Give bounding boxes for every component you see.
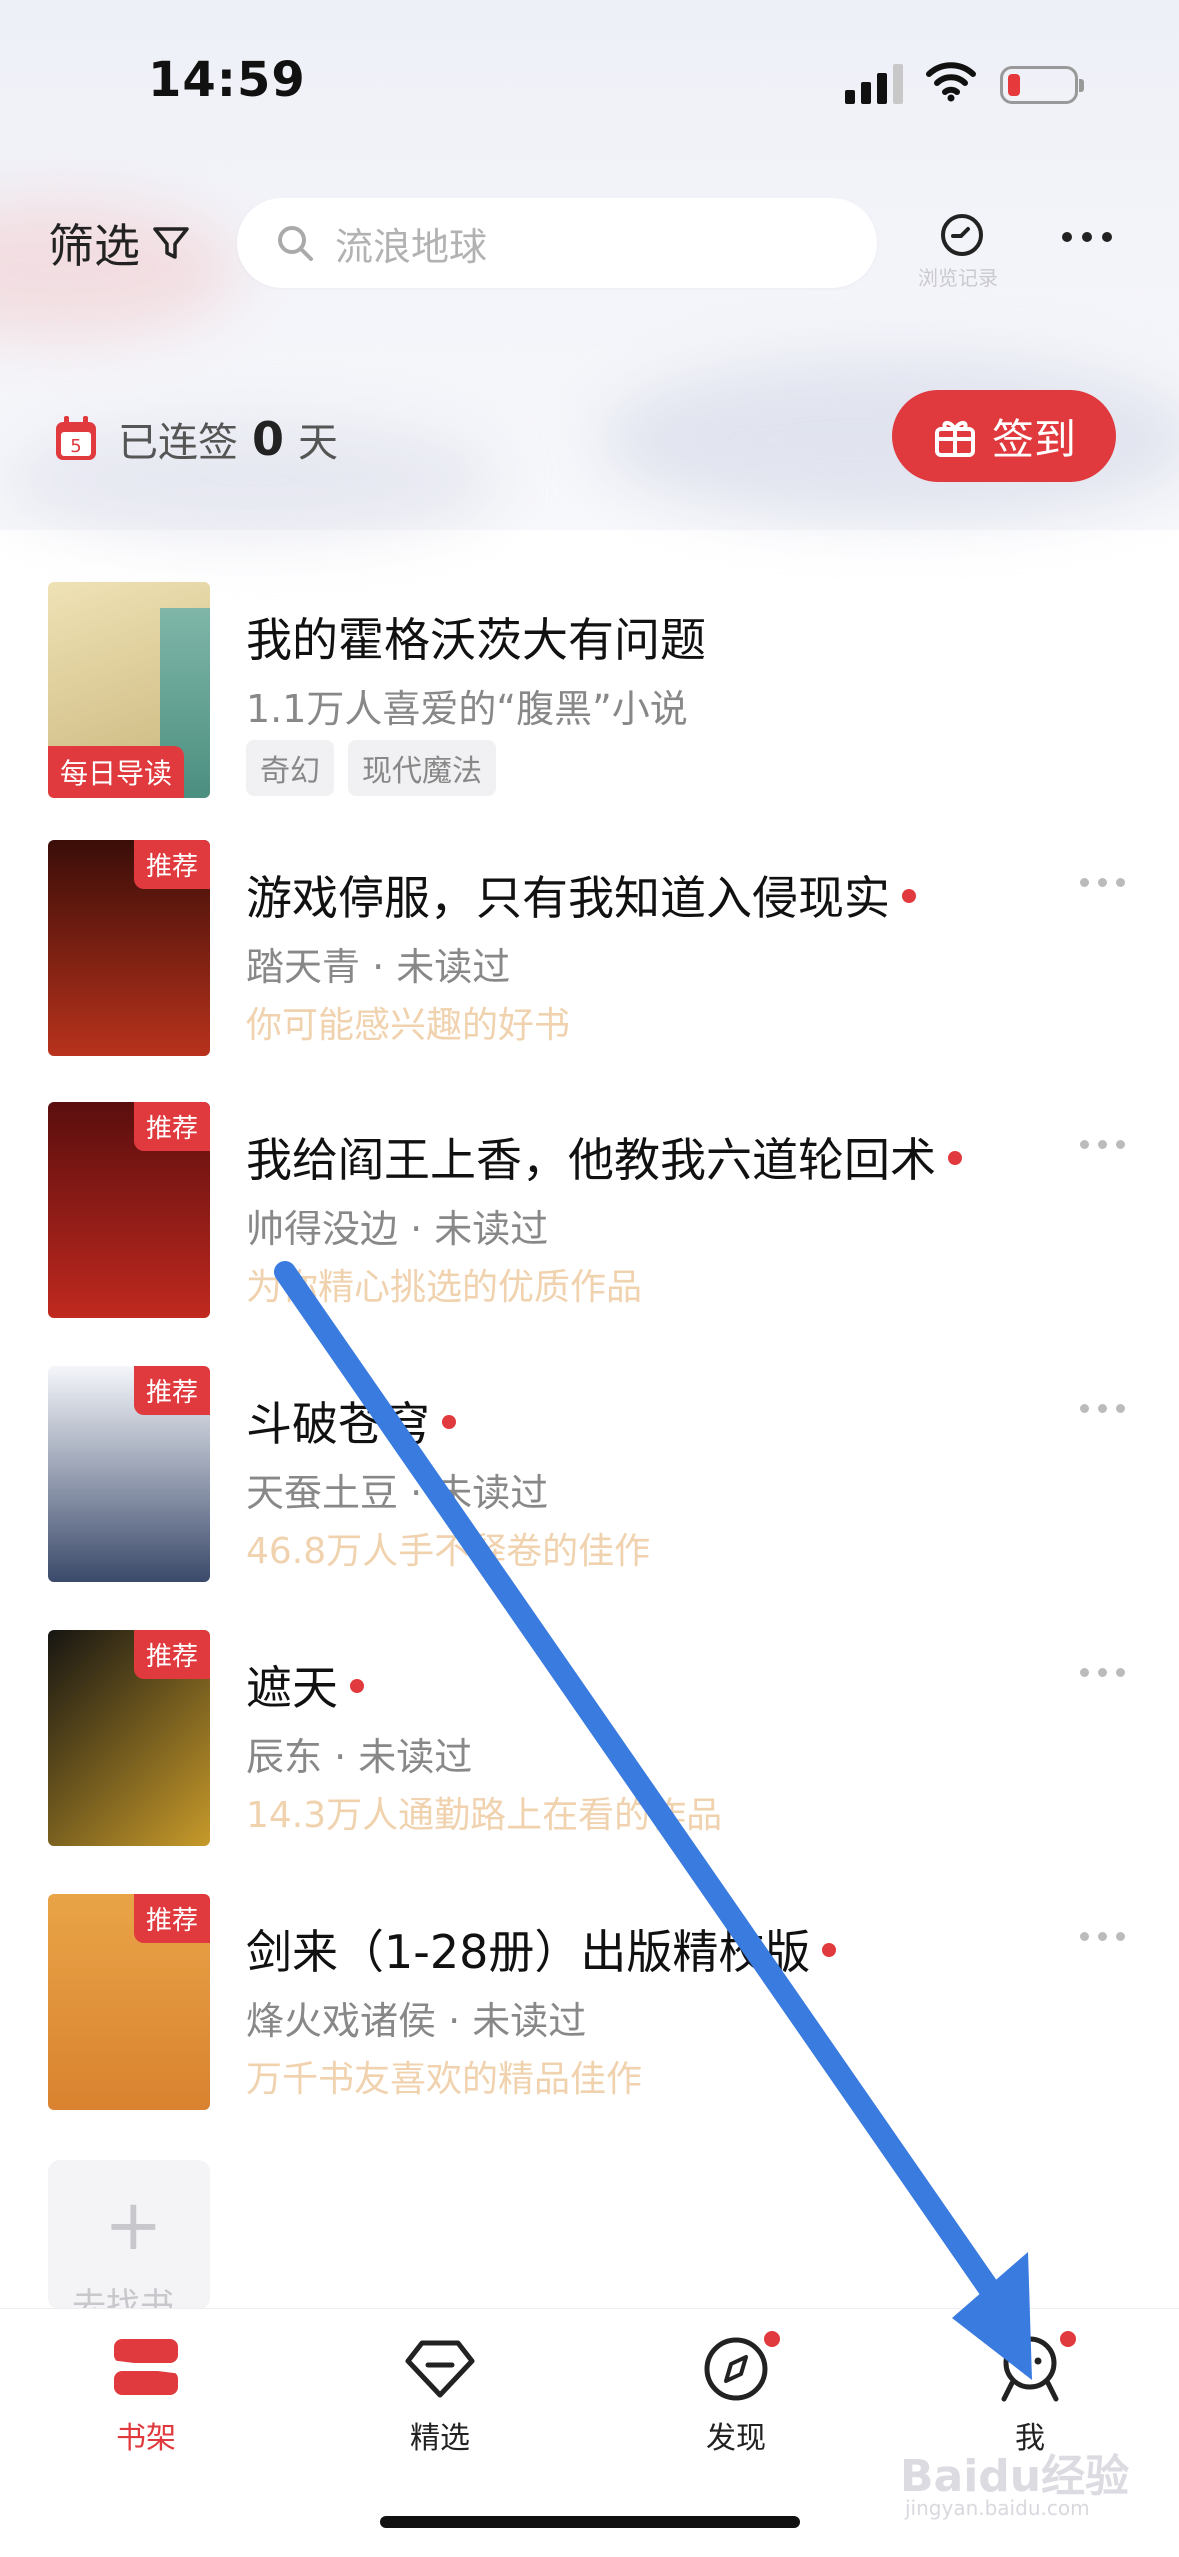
book-cover: 推荐: [48, 1630, 210, 1846]
tab-me[interactable]: 我: [950, 2327, 1110, 2457]
book-cover: 推荐: [48, 1366, 210, 1582]
notification-dot: [1060, 2331, 1076, 2347]
gift-icon: [934, 421, 975, 457]
book-cover: 推荐: [48, 840, 210, 1056]
recommend-badge: 推荐: [133, 1630, 210, 1679]
status-bar: 14:59: [0, 0, 1179, 170]
calendar-icon: 5: [56, 416, 96, 460]
tab-label: 书架: [116, 2421, 176, 2456]
book-recommendation: 14.3万人通勤路上在看的作品: [246, 1795, 723, 1836]
book-more-icon[interactable]: [1080, 1404, 1125, 1413]
book-more-icon[interactable]: [1080, 1932, 1125, 1941]
book-title: 我的霍格沃茨大有问题: [246, 613, 706, 667]
list-item[interactable]: 推荐 剑来（1-28册）出版精校版 烽火戏诸侯 · 未读过 万千书友喜欢的精品佳…: [0, 1894, 1179, 2124]
tab-featured[interactable]: 精选: [360, 2327, 520, 2457]
plus-icon: +: [104, 2184, 163, 2266]
tab-label: 精选: [410, 2421, 470, 2456]
search-icon: [278, 226, 313, 261]
signin-button[interactable]: 签到: [892, 390, 1116, 482]
book-author: 辰东 · 未读过: [246, 1735, 473, 1779]
book-author: 天蚕土豆 · 未读过: [246, 1471, 549, 1515]
find-book-label: 去找书: [72, 2286, 174, 2310]
unread-dot: [350, 1678, 364, 1693]
book-more-icon[interactable]: [1080, 878, 1125, 887]
book-recommendation: 你可能感兴趣的好书: [246, 1005, 571, 1046]
recommend-badge: 推荐: [133, 1894, 210, 1943]
funnel-icon: [153, 227, 189, 259]
reading-history-icon[interactable]: [930, 205, 994, 269]
streak-prefix: 已连签: [118, 420, 238, 466]
book-recommendation: 万千书友喜欢的精品佳作: [246, 2059, 643, 2100]
filter-button[interactable]: 筛选: [48, 210, 192, 276]
list-item[interactable]: 推荐 我给阎王上香，他教我六道轮回术 帅得没边 · 未读过 为你精心挑选的优质作…: [0, 1102, 1179, 1332]
streak-days: 0: [252, 412, 285, 466]
tab-bookshelf[interactable]: 书架: [66, 2327, 226, 2457]
list-item[interactable]: 推荐 斗破苍穹 天蚕土豆 · 未读过 46.8万人手不释卷的佳作: [0, 1366, 1179, 1596]
search-input[interactable]: 流浪地球: [237, 198, 877, 288]
tag-chip[interactable]: 现代魔法: [348, 740, 496, 796]
unread-dot: [948, 1150, 962, 1165]
book-cover: 推荐: [48, 1102, 210, 1318]
book-author: 踏天青 · 未读过: [246, 945, 511, 989]
unread-dot: [442, 1414, 456, 1429]
cellular-signal-icon: [845, 64, 903, 104]
book-title: 剑来（1-28册）出版精校版: [246, 1916, 837, 1982]
recommend-badge: 推荐: [133, 1366, 210, 1415]
list-item[interactable]: 推荐 游戏停服，只有我知道入侵现实 踏天青 · 未读过 你可能感兴趣的好书: [0, 840, 1179, 1070]
book-title: 游戏停服，只有我知道入侵现实: [246, 862, 916, 928]
book-title: 我给阎王上香，他教我六道轮回术: [246, 1124, 962, 1190]
streak-suffix: 天: [298, 420, 339, 466]
book-author: 帅得没边 · 未读过: [246, 1207, 549, 1251]
diamond-icon: [405, 2340, 475, 2398]
bookshelf-icon: [113, 2339, 179, 2395]
list-item[interactable]: 推荐 遮天 辰东 · 未读过 14.3万人通勤路上在看的作品: [0, 1630, 1179, 1860]
recommend-badge: 推荐: [133, 840, 210, 889]
unread-dot: [902, 888, 916, 903]
book-more-icon[interactable]: [1080, 1140, 1125, 1149]
calendar-day: 5: [70, 436, 81, 457]
watermark-brand: Baidu经验: [900, 2451, 1130, 2502]
recommend-badge: 推荐: [133, 1102, 210, 1151]
watermark-url: jingyan.baidu.com: [905, 2496, 1090, 2520]
more-options-icon[interactable]: [1062, 232, 1112, 242]
filter-label: 筛选: [48, 219, 140, 273]
book-title: 遮天: [246, 1652, 364, 1718]
book-author: 烽火戏诸侯 · 未读过: [246, 1999, 587, 2043]
book-cover: 每日导读: [48, 582, 210, 798]
battery-icon: [1000, 66, 1084, 104]
profile-icon: [1001, 2336, 1059, 2402]
signin-streak: 5 已连签 0 天: [54, 410, 338, 468]
unread-dot: [822, 1942, 837, 1957]
list-item[interactable]: 每日导读 我的霍格沃茨大有问题 1.1万人喜爱的“腹黑”小说 奇幻 现代魔法: [0, 582, 1179, 812]
notification-dot: [764, 2331, 780, 2347]
book-subtitle: 1.1万人喜爱的“腹黑”小说: [246, 687, 688, 731]
book-more-icon[interactable]: [1080, 1668, 1125, 1677]
wifi-icon: [926, 62, 976, 102]
tab-discover[interactable]: 发现: [656, 2327, 816, 2457]
daily-read-badge: 每日导读: [48, 746, 185, 798]
book-tags: 奇幻 现代魔法: [246, 740, 496, 796]
home-indicator: [380, 2516, 800, 2528]
find-book-button[interactable]: + 去找书: [48, 2160, 210, 2310]
signin-label: 签到: [991, 414, 1076, 464]
tag-chip[interactable]: 奇幻: [246, 740, 334, 796]
book-recommendation: 46.8万人手不释卷的佳作: [246, 1531, 651, 1572]
tab-label: 发现: [706, 2421, 766, 2456]
book-recommendation: 为你精心挑选的优质作品: [246, 1267, 643, 1308]
book-title: 斗破苍穹: [246, 1388, 456, 1454]
search-placeholder: 流浪地球: [335, 224, 488, 269]
book-cover: 推荐: [48, 1894, 210, 2110]
history-label: 浏览记录: [918, 266, 998, 290]
status-time: 14:59: [148, 52, 306, 108]
